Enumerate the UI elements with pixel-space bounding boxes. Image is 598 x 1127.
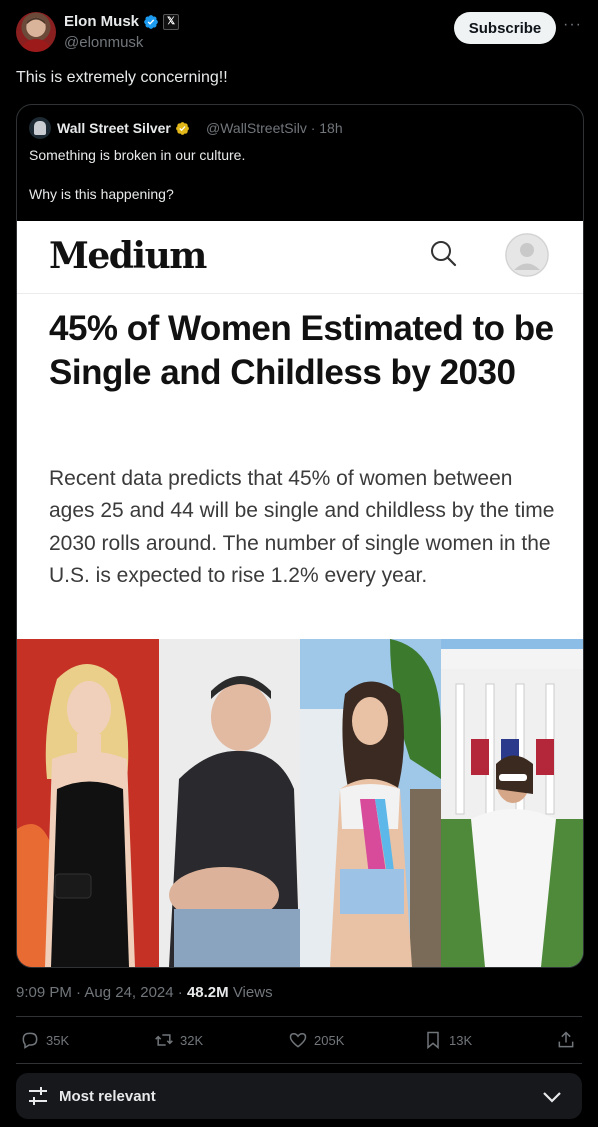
author-name-row[interactable]: Elon Musk 𝕏 (64, 13, 180, 30)
tweet-timestamp[interactable]: 9:09 PM · Aug 24, 2024 · 48.2M Views (16, 984, 273, 1001)
photo-woman-crop-top (300, 639, 441, 967)
repost-count: 32K (180, 1032, 204, 1048)
divider (16, 1016, 582, 1017)
reply-button[interactable]: 35K (20, 1030, 69, 1050)
reply-sort-dropdown[interactable]: Most relevant (16, 1073, 582, 1119)
quoted-text-line: Something is broken in our culture. (29, 147, 246, 163)
author-name[interactable]: Elon Musk (64, 13, 139, 30)
author-handle[interactable]: @elonmusk (64, 34, 143, 51)
article-subtext: Recent data predicts that 45% of women b… (49, 467, 555, 587)
photo-woman-white-house (441, 639, 583, 967)
repost-button[interactable]: 32K (154, 1030, 203, 1050)
repost-icon (155, 1034, 173, 1046)
views-count: 48.2M (186, 984, 229, 1001)
bookmark-icon (427, 1031, 439, 1050)
bookmark-button[interactable]: 13K (423, 1030, 472, 1050)
like-button[interactable]: 205K (288, 1030, 344, 1050)
divider (17, 293, 583, 294)
filter-icon (29, 1087, 47, 1105)
views-label: Views (228, 984, 273, 1001)
divider (16, 1063, 582, 1064)
article-headline: 45% of Women Estimated to be Single and … (49, 309, 554, 393)
like-count: 205K (314, 1032, 345, 1048)
quoted-tweet-card[interactable]: Wall Street Silver @WallStreetSilv · 18h… (16, 104, 584, 968)
share-button[interactable] (556, 1030, 576, 1050)
profile-icon (505, 233, 549, 277)
subscribe-button[interactable]: Subscribe (454, 12, 556, 44)
chevron-down-icon (543, 1092, 561, 1103)
heart-icon (289, 1032, 307, 1048)
verified-gold-badge-icon (175, 121, 189, 135)
quoted-author-avatar[interactable] (29, 117, 51, 139)
sort-label: Most relevant (59, 1088, 156, 1105)
quoted-author-name[interactable]: Wall Street Silver (57, 120, 171, 136)
medium-logo: Medium (49, 235, 207, 277)
share-icon (558, 1031, 574, 1048)
photo-man-black-shirt (159, 639, 300, 967)
quoted-author-meta[interactable]: @WallStreetSilv · 18h (206, 120, 343, 136)
bookmark-count: 13K (449, 1032, 473, 1048)
search-icon (431, 241, 457, 267)
x-affiliate-icon: 𝕏 (163, 13, 180, 30)
more-options-icon[interactable]: ··· (563, 16, 582, 34)
post-time[interactable]: 9:09 PM · Aug 24, 2024 · (16, 984, 187, 1001)
verified-badge-icon (144, 14, 158, 29)
photo-collage[interactable] (17, 639, 583, 967)
quoted-author-name-row[interactable]: Wall Street Silver (57, 120, 190, 136)
quoted-text-line: Why is this happening? (29, 186, 174, 202)
tweet-text: This is extremely concerning!! (16, 69, 228, 86)
reply-count: 35K (46, 1032, 70, 1048)
reply-icon (22, 1032, 38, 1049)
tweet-actions: 35K 32K 205K 13K (16, 1030, 582, 1054)
author-avatar[interactable] (16, 12, 56, 52)
photo-woman-black-dress (17, 639, 159, 967)
article-screenshot[interactable]: Medium 45% of Women Estimated to be Sing… (17, 221, 583, 639)
